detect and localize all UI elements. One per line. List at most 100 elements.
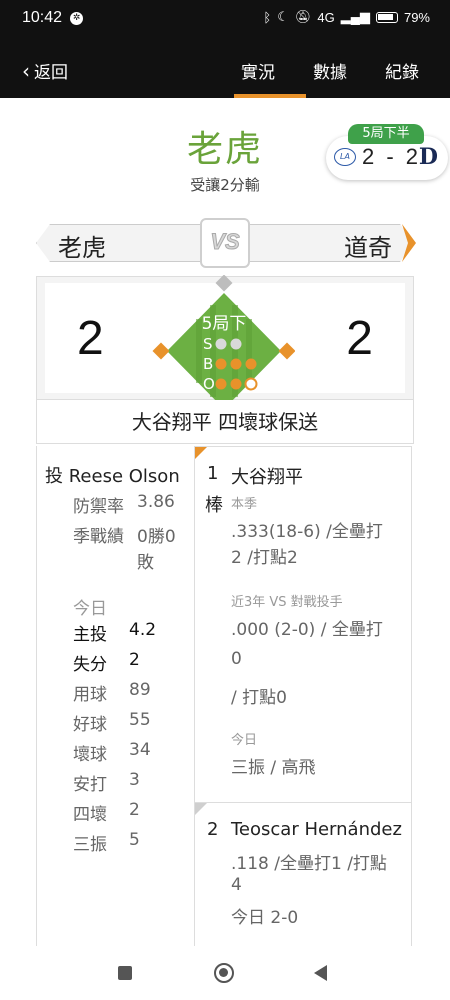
ball-dot [230,358,242,370]
out-dot [230,378,242,390]
season-line-1: .333(18-6) /全壘打 [231,522,383,542]
pitcher-stat-label: 四壞 [73,805,107,825]
signal-text: 4G [317,9,335,25]
batter2-name: Teoscar Hernández [231,819,402,840]
pitcher-stat-value: 3 [129,770,140,790]
system-nav-bar [0,946,450,1000]
mini-score: 2 - 2 [362,144,422,169]
out-dot [215,378,227,390]
status-bar: 10:42 ✲ ᛒ ☾ 🔕︎ 4G ▂▄▆ 79% [0,0,450,36]
status-indicators: ᛒ ☾ 🔕︎ 4G ▂▄▆ 79% [263,9,430,25]
inning-label: 5局下 [202,314,247,334]
batter2-line-2: 4 [231,875,242,895]
strike-dot [215,338,227,350]
strike-dot [230,338,242,350]
pitcher-stat-label: 失分 [73,655,107,675]
pitcher-panel: 投 Reese Olson 防禦率 3.86 季戰績 0勝0 敗 今日 主投 4.… [36,446,193,946]
bluetooth-icon: ᛒ [263,9,272,25]
pitcher-role: 投 [45,466,63,487]
pitcher-header: 投 Reese Olson [45,462,180,488]
today-label: 今日 [73,599,107,619]
pitcher-stat-value: 55 [129,710,151,730]
batter-panel: 1 棒 大谷翔平 本季 .333(18-6) /全壘打 2 /打點2 近3年 V… [194,446,412,946]
record-row: 季戰績 0勝0 [73,522,176,547]
vs-badge: VS [200,218,250,268]
batter-today-label: 今日 [231,733,258,748]
batter2-line-3: 今日 2-0 [231,908,299,928]
pitcher-stat-label: 安打 [73,775,107,795]
batter2-order: 2 [207,819,219,840]
pitcher-stat-value: 2 [129,650,140,670]
batter-card-1[interactable]: 1 棒 大谷翔平 本季 .333(18-6) /全壘打 2 /打點2 近3年 V… [195,447,411,802]
pitcher-stat-label: 用球 [73,685,107,705]
mute-icon: 🔕︎ [294,9,312,24]
right-team-name: 道奇 [344,234,392,262]
game-header: 老虎 受讓2分輸 LA 2 - 2 D 5局下半 [0,98,450,218]
pitcher-stat-row: 三振 5 [73,830,140,855]
chevron-left-icon: ‹ [22,58,30,83]
back-button[interactable]: ‹ 返回 [22,58,68,84]
ball-label: B [203,355,213,373]
pitcher-stat-row: 安打 3 [73,770,140,795]
app-notification-icon: ✲ [70,12,83,25]
pitcher-stat-row: 用球 89 [73,680,151,705]
inning-pill: 5局下半 [348,124,424,144]
second-base-icon [215,274,233,292]
record-value-2: 敗 [137,553,154,573]
season-line-2: 2 /打點2 [231,548,298,568]
moon-icon: ☾ [277,9,289,24]
pitcher-stat-label: 好球 [73,715,107,735]
tab-stats[interactable]: 數據 [294,58,366,83]
first-base-icon [278,342,296,360]
battery-text: 79% [403,9,430,25]
pitcher-name: Reese Olson [68,466,180,487]
tab-bar: 實況 數據 紀錄 [222,58,438,83]
pitcher-stat-row: 好球 55 [73,710,151,735]
vs-line-2: 0 [231,649,242,669]
left-score: 2 [77,312,104,365]
pitcher-stat-value: 34 [129,740,151,760]
pitcher-stat-row: 壞球 34 [73,740,151,765]
pitcher-stat-row: 主投 4.2 [73,620,156,645]
tab-live[interactable]: 實況 [222,58,294,83]
nav-bar: ‹ 返回 實況 數據 紀錄 [0,52,450,88]
matchup-bar: 老虎 道奇 VS [36,218,416,268]
batter-card-2[interactable]: 2 Teoscar Hernández .118 /全壘打1 /打點 4 今日 … [195,803,411,943]
back-label: 返回 [34,63,68,83]
pitcher-stat-value: 89 [129,680,151,700]
pitcher-stat-row: 四壞 2 [73,800,140,825]
base-diamond: 5局下 S B O [145,274,296,409]
strike-label: S [203,335,213,353]
pitcher-stat-label: 三振 [73,835,107,855]
pitcher-panel-inner: 投 Reese Olson 防禦率 3.86 季戰績 0勝0 敗 今日 主投 4.… [37,446,193,946]
record-value-1: 0勝0 [137,527,176,547]
ball-dot [245,358,257,370]
tab-records[interactable]: 紀錄 [366,58,438,83]
batter-name: 大谷翔平 [231,467,303,488]
batter-today-line: 三振 / 高飛 [231,758,316,778]
record-row-cont: 敗 [137,548,154,573]
dodgers-logo-icon: LA [334,148,356,166]
vs-line-3: / 打點0 [231,688,287,708]
batter2-line-1: .118 /全壘打1 /打點 [231,854,387,874]
play-description: 大谷翔平 四壞球保送 [36,400,414,444]
record-label: 季戰績 [73,527,124,547]
vs-pitcher-label: 近3年 VS 對戰投手 [231,595,343,610]
pitcher-stat-value: 5 [129,830,140,850]
signal-icon: ▂▄▆ [340,9,370,24]
status-time: 10:42 [22,9,63,26]
batter-order: 1 [207,463,219,484]
era-value: 3.86 [137,492,175,512]
out-label: O [203,375,215,393]
scoreboard: 2 2 5局下 S B O [36,274,414,409]
third-base-icon [152,342,170,360]
system-back-icon[interactable] [314,965,327,981]
season-label: 本季 [231,497,258,512]
out-dot [244,377,258,391]
recents-icon[interactable] [118,966,132,980]
era-label: 防禦率 [73,497,124,517]
home-icon[interactable] [214,963,234,983]
pitcher-stat-row: 失分 2 [73,650,140,675]
battery-icon [375,11,398,23]
pitcher-stat-label: 主投 [73,625,107,645]
